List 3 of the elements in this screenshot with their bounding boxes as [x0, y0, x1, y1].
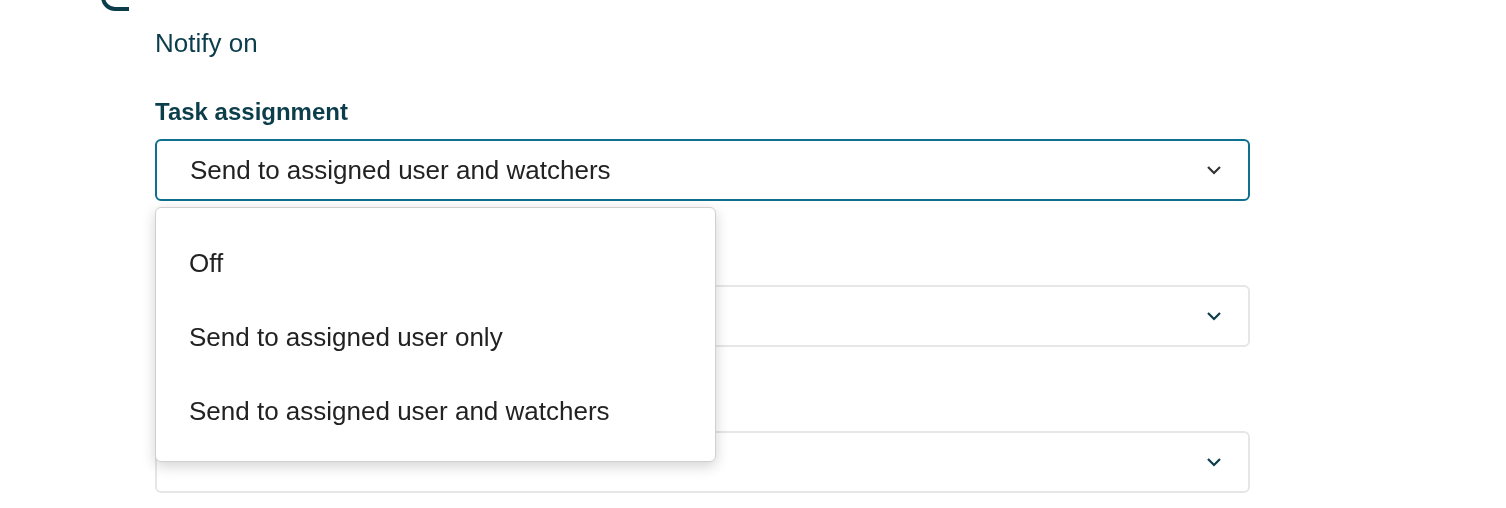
field-label: Task assignment — [155, 97, 348, 127]
section-subtitle: Notify on — [155, 27, 259, 59]
select-value: Send to assigned user and watchers — [190, 153, 611, 187]
